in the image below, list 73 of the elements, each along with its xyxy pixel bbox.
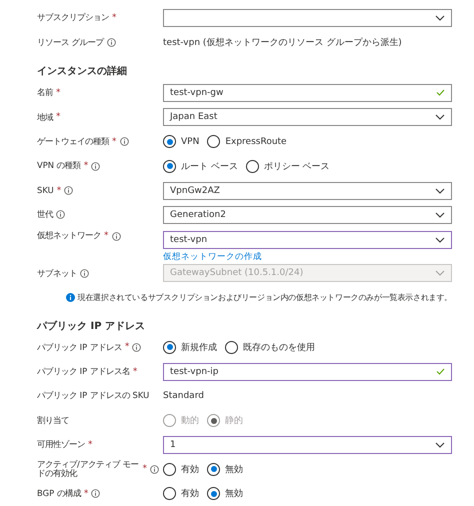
field-label: サブネット bbox=[37, 268, 77, 278]
info-icon[interactable] bbox=[106, 38, 116, 48]
info-icon[interactable] bbox=[91, 162, 100, 171]
dropdown[interactable]: test-vpn bbox=[163, 231, 452, 250]
field-label: 名前 bbox=[37, 88, 53, 98]
radio-option[interactable]: 有効 bbox=[163, 487, 199, 500]
checkmark-icon bbox=[436, 368, 445, 376]
radio-option[interactable]: 既存のものを使用 bbox=[225, 340, 315, 354]
field-label: サブスクリプション bbox=[37, 13, 109, 24]
field-label: 世代 bbox=[37, 210, 53, 220]
info-icon[interactable] bbox=[64, 186, 74, 195]
info-icon[interactable] bbox=[56, 210, 65, 220]
required-mark: * bbox=[84, 488, 88, 499]
text-field[interactable]: test-vpn-ip bbox=[163, 362, 452, 381]
required-mark: * bbox=[88, 440, 92, 450]
required-mark: * bbox=[112, 136, 116, 147]
field-label: BGP の構成 bbox=[37, 488, 81, 499]
radio-option[interactable]: ルート ベース bbox=[163, 160, 238, 173]
field-label: パブリック IP アドレスの SKU bbox=[37, 391, 150, 402]
required-mark: * bbox=[132, 366, 138, 377]
radio-option[interactable]: 新規作成 bbox=[163, 340, 217, 354]
radio-option[interactable]: VPN bbox=[163, 135, 200, 148]
radio-option[interactable]: 無効 bbox=[207, 487, 243, 500]
info-icon[interactable] bbox=[112, 232, 120, 241]
radio-option[interactable]: 無効 bbox=[207, 462, 243, 476]
field-label: 可用性ゾーン bbox=[37, 440, 85, 450]
dropdown[interactable]: VpnGw2AZ bbox=[163, 182, 452, 200]
section-heading: パブリック IP アドレス bbox=[37, 320, 146, 334]
value-text: test-vpn (仮想ネットワークのリソース グループから派生) bbox=[163, 36, 403, 50]
required-mark: * bbox=[104, 231, 108, 242]
required-mark: * bbox=[112, 13, 116, 24]
field-label: 仮想ネットワーク bbox=[37, 231, 101, 241]
value-text: Standard bbox=[163, 391, 205, 402]
field-label: 割り当て bbox=[37, 416, 69, 426]
required-mark: * bbox=[124, 342, 130, 352]
required-mark: * bbox=[56, 112, 60, 122]
dropdown[interactable]: 1 bbox=[163, 436, 452, 454]
chevron-down-icon bbox=[435, 270, 445, 276]
create-link[interactable]: 仮想ネットワークの作成 bbox=[163, 251, 262, 264]
checkmark-icon bbox=[436, 89, 445, 96]
field-label: 地域 bbox=[37, 112, 53, 122]
field-label: ゲートウェイの種類 bbox=[37, 136, 109, 147]
field-label: アクティブ/アクティブ モードの有効化 bbox=[37, 460, 140, 480]
field-label: パブリック IP アドレス名 bbox=[37, 367, 130, 377]
info-icon[interactable] bbox=[132, 342, 142, 352]
info-icon[interactable] bbox=[80, 268, 89, 278]
required-mark: * bbox=[84, 161, 88, 172]
radio-option[interactable]: ポリシー ベース bbox=[246, 160, 330, 173]
info-icon[interactable] bbox=[150, 464, 159, 474]
field-label: VPN の種類 bbox=[37, 161, 81, 171]
chevron-down-icon bbox=[435, 15, 445, 22]
info-icon[interactable] bbox=[120, 137, 128, 146]
text-field[interactable]: test-vpn-gw bbox=[163, 84, 452, 102]
field-label: SKU bbox=[37, 186, 54, 196]
info-icon[interactable] bbox=[91, 489, 100, 498]
required-mark: * bbox=[142, 464, 147, 474]
radio-option[interactable]: 有効 bbox=[163, 462, 199, 476]
dropdown[interactable]: Japan East bbox=[163, 108, 452, 126]
field-label: リソース グループ bbox=[37, 38, 104, 48]
required-mark: * bbox=[56, 88, 60, 98]
info-icon bbox=[66, 293, 75, 302]
chevron-down-icon bbox=[435, 237, 445, 244]
chevron-down-icon bbox=[435, 188, 445, 194]
required-mark: * bbox=[56, 186, 62, 196]
field-label: パブリック IP アドレス bbox=[37, 342, 122, 352]
dropdown[interactable] bbox=[163, 9, 452, 28]
dropdown[interactable]: Generation2 bbox=[163, 206, 452, 224]
section-heading: インスタンスの詳細 bbox=[37, 64, 128, 80]
info-note: 現在選択されているサブスクリプションおよびリージョン内の仮想ネットワークのみが一覧表示されます。 bbox=[78, 292, 452, 304]
chevron-down-icon bbox=[435, 114, 445, 120]
radio-option[interactable]: ExpressRoute bbox=[207, 135, 287, 148]
chevron-down-icon bbox=[435, 212, 445, 218]
chevron-down-icon bbox=[435, 442, 445, 448]
